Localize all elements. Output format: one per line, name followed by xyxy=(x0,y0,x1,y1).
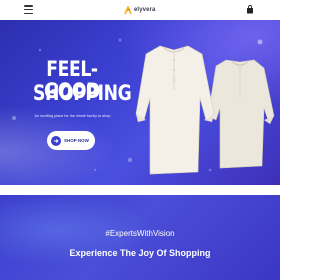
section-divider xyxy=(0,185,280,195)
hero-banner: FEEL-GOOD SHOPPING An exciting place for… xyxy=(0,20,280,185)
hamburger-icon[interactable] xyxy=(24,5,33,14)
shop-now-label: SHOP NOW xyxy=(64,138,89,143)
shop-now-button[interactable]: SHOP NOW xyxy=(47,131,95,150)
hashtag-text: #ExpertsWithVision xyxy=(105,229,175,238)
logo-text: elyvera xyxy=(134,7,156,13)
hero-subtitle: An exciting place for the whole family t… xyxy=(34,114,111,118)
shopping-bag-icon[interactable] xyxy=(246,5,254,14)
tagline-heading: Experience The Joy Of Shopping xyxy=(69,248,211,258)
top-header: elyvera xyxy=(0,0,280,21)
hero-title-line2: SHOPPING xyxy=(33,81,132,105)
logo-icon xyxy=(124,5,132,14)
arrow-right-icon xyxy=(51,135,61,146)
experience-section: #ExpertsWithVision Experience The Joy Of… xyxy=(0,195,280,280)
product-image xyxy=(135,45,275,175)
brand-logo[interactable]: elyvera xyxy=(124,4,155,16)
